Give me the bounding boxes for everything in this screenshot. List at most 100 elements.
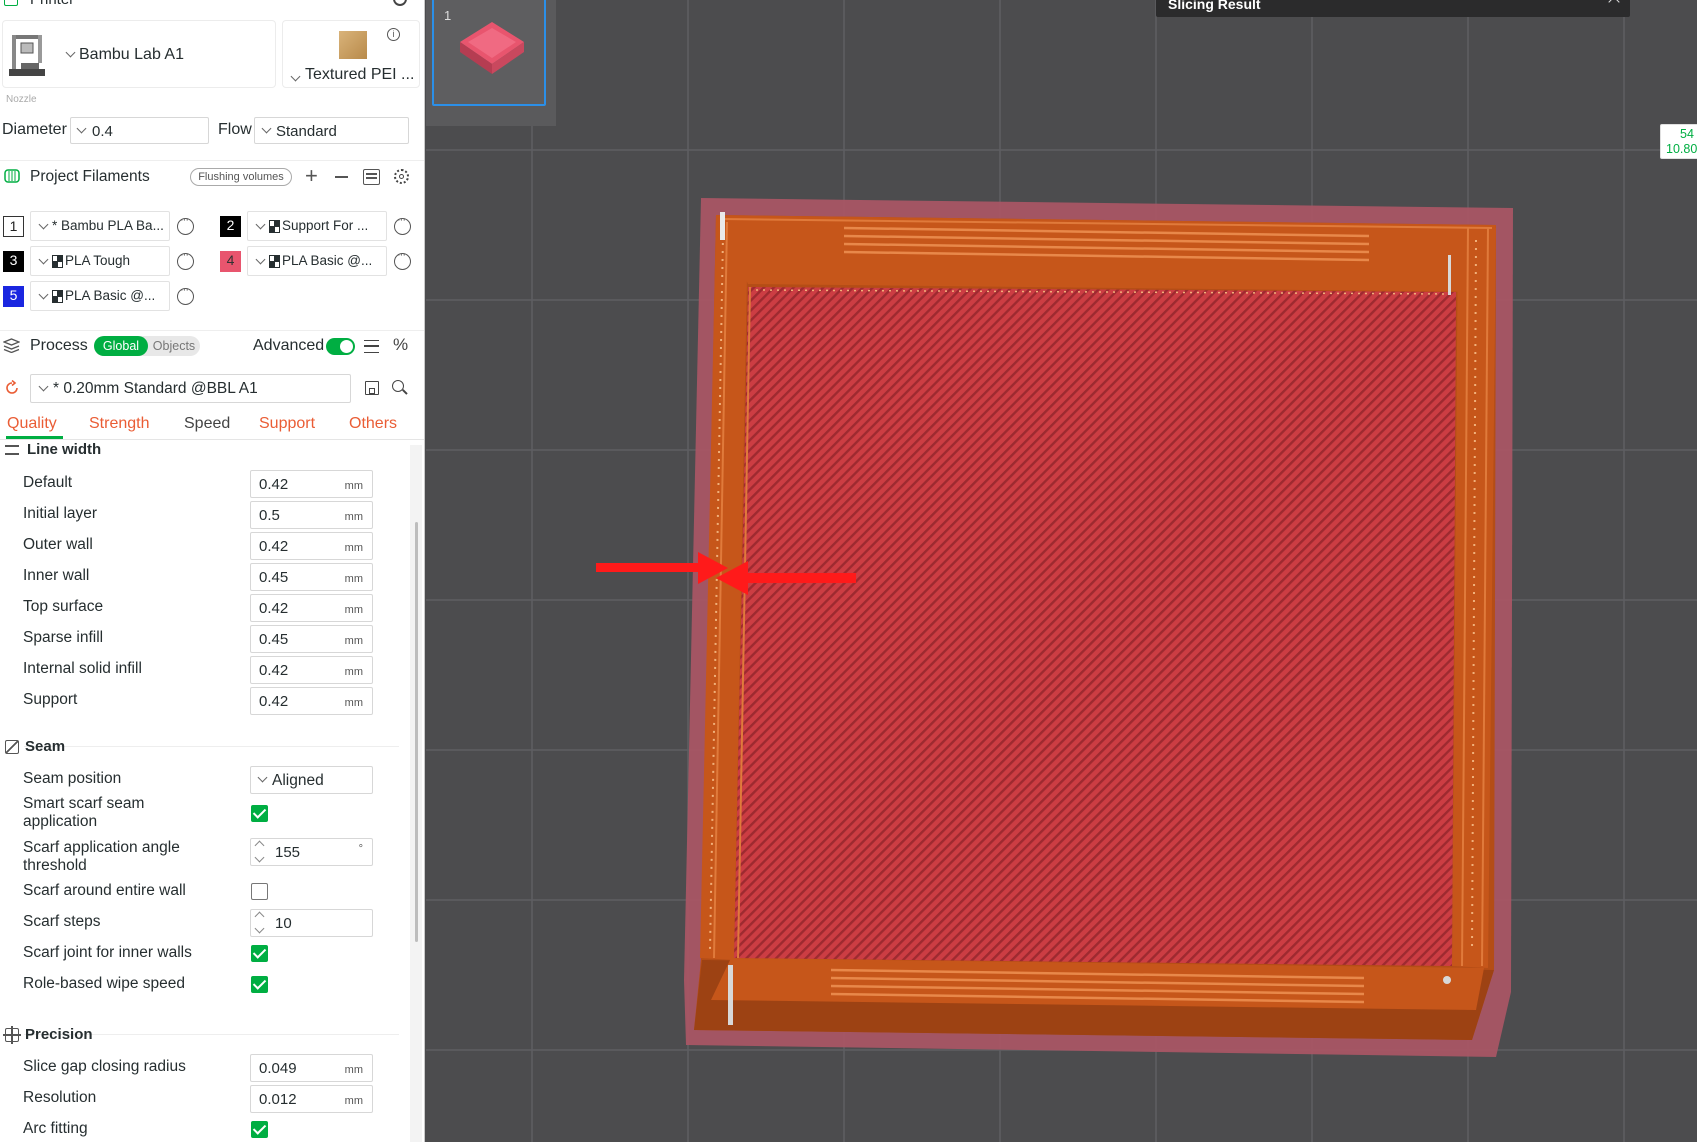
default-line-width-input[interactable]: 0.42 mm bbox=[250, 470, 373, 498]
filament-options-icon-1[interactable] bbox=[177, 214, 194, 235]
slicing-result-panel[interactable]: Slicing Result bbox=[1156, 0, 1630, 17]
internal-solid-infill-line-width-label: Internal solid infill bbox=[23, 660, 142, 677]
plate-info-icon[interactable]: i bbox=[387, 28, 400, 41]
line-width-title: Line width bbox=[27, 441, 102, 458]
sparse-infill-line-width-input[interactable]: 0.45 mm bbox=[250, 625, 373, 653]
plate-number: 1 bbox=[444, 8, 452, 23]
filaments-title: Project Filaments bbox=[30, 168, 150, 185]
plate-texture-icon bbox=[339, 31, 367, 59]
seam-position-dropdown[interactable]: Aligned bbox=[250, 766, 373, 794]
tab-support[interactable]: Support bbox=[259, 415, 315, 433]
tab-speed[interactable]: Speed bbox=[184, 415, 230, 433]
filament-dropdown-5[interactable]: PLA Basic @... bbox=[30, 281, 170, 311]
tab-quality[interactable]: Quality bbox=[7, 415, 57, 433]
filament-name-5: PLA Basic @... bbox=[65, 288, 156, 303]
arc-fitting-label: Arc fitting bbox=[23, 1120, 88, 1137]
preset-reset-icon[interactable] bbox=[4, 380, 20, 396]
precision-title: Precision bbox=[25, 1026, 93, 1043]
stepper-down bbox=[254, 852, 265, 863]
resolution-input[interactable]: 0.012 mm bbox=[250, 1085, 373, 1113]
filament-name-1: * Bambu PLA Ba... bbox=[52, 218, 164, 233]
inner-wall-line-width-input[interactable]: 0.45 mm bbox=[250, 563, 373, 591]
precision-icon bbox=[3, 1026, 21, 1044]
filament-number-3[interactable]: 3 bbox=[3, 251, 24, 272]
filament-number-1[interactable]: 1 bbox=[3, 216, 24, 237]
filament-sync-icon[interactable] bbox=[363, 169, 380, 185]
filament-number-5[interactable]: 5 bbox=[3, 286, 24, 307]
filament-number-2[interactable]: 2 bbox=[220, 216, 241, 237]
initial-layer-line-width-input[interactable]: 0.5 mm bbox=[250, 501, 373, 529]
toggle-objects[interactable]: Objects bbox=[149, 336, 199, 356]
printer-settings-gear-icon[interactable] bbox=[393, 0, 407, 6]
process-preset-name: * 0.20mm Standard @BBL A1 bbox=[53, 380, 258, 397]
support-line-width-input[interactable]: 0.42 mm bbox=[250, 687, 373, 715]
plate-type-card[interactable]: i Textured PEI ... bbox=[282, 20, 420, 88]
add-filament-icon[interactable]: + bbox=[305, 163, 318, 189]
plate-thumbnail[interactable]: 1 bbox=[432, 0, 546, 106]
seam-title: Seam bbox=[25, 738, 66, 755]
stepper-down bbox=[254, 923, 265, 934]
list-view-icon[interactable] bbox=[364, 340, 379, 353]
printer-thumbnail-icon bbox=[9, 35, 45, 76]
filament-settings-gear-icon[interactable] bbox=[394, 169, 409, 184]
scarf-steps-input[interactable]: 10 bbox=[250, 909, 373, 937]
tab-others[interactable]: Others bbox=[349, 415, 397, 433]
arc-fitting-checkbox[interactable] bbox=[251, 1121, 268, 1138]
collapse-chevron-icon[interactable] bbox=[1608, 0, 1620, 8]
viewport-canvas[interactable] bbox=[426, 0, 1697, 1142]
filament-dropdown-2[interactable]: Support For ... bbox=[247, 211, 387, 241]
process-layers-icon bbox=[3, 338, 20, 353]
nozzle-label: Nozzle bbox=[6, 94, 37, 105]
smart-scarf-checkbox[interactable] bbox=[251, 805, 268, 822]
flushing-volumes-button[interactable]: Flushing volumes bbox=[190, 168, 292, 186]
flow-dropdown[interactable]: Standard bbox=[254, 117, 409, 144]
seam-position-label: Seam position bbox=[23, 770, 122, 787]
model-infill-area bbox=[734, 287, 1456, 966]
compare-presets-icon[interactable]: % bbox=[393, 335, 408, 355]
advanced-switch[interactable] bbox=[326, 338, 355, 355]
layer-slider-readout[interactable]: 54 10.80 bbox=[1660, 124, 1697, 159]
filament-options-icon-5[interactable] bbox=[177, 284, 194, 305]
scarf-inner-walls-checkbox[interactable] bbox=[251, 945, 268, 962]
slice-gap-label: Slice gap closing radius bbox=[23, 1058, 186, 1075]
save-preset-icon[interactable] bbox=[365, 381, 379, 395]
printer-card[interactable]: Bambu Lab A1 bbox=[2, 20, 276, 88]
tabs-divider bbox=[0, 439, 424, 440]
slicing-result-title: Slicing Result bbox=[1168, 0, 1261, 12]
tab-strength[interactable]: Strength bbox=[89, 415, 149, 433]
layer-number: 54 bbox=[1680, 127, 1694, 141]
global-objects-toggle[interactable]: Global Objects bbox=[94, 336, 200, 356]
settings-scrollbar-thumb[interactable] bbox=[415, 522, 418, 942]
diameter-value: 0.4 bbox=[92, 123, 113, 140]
layer-height: 10.80 bbox=[1666, 142, 1697, 156]
scarf-angle-input[interactable]: 155 ° bbox=[250, 838, 373, 866]
section-divider-seam bbox=[24, 746, 399, 747]
scarf-entire-wall-checkbox[interactable] bbox=[251, 883, 268, 900]
scarf-angle-stepper-icon[interactable] bbox=[254, 840, 265, 851]
toggle-global[interactable]: Global bbox=[94, 336, 148, 356]
outer-wall-line-width-input[interactable]: 0.42 mm bbox=[250, 532, 373, 560]
slice-gap-input[interactable]: 0.049 mm bbox=[250, 1054, 373, 1082]
internal-solid-infill-line-width-input[interactable]: 0.42 mm bbox=[250, 656, 373, 684]
top-surface-line-width-label: Top surface bbox=[23, 598, 104, 615]
filament-dropdown-4[interactable]: PLA Basic @... bbox=[247, 246, 387, 276]
scarf-entire-wall-label: Scarf around entire wall bbox=[23, 882, 186, 899]
role-wipe-speed-checkbox[interactable] bbox=[251, 976, 268, 993]
filament-dropdown-3[interactable]: PLA Tough bbox=[30, 246, 170, 276]
remove-filament-icon[interactable] bbox=[335, 176, 348, 178]
filament-number-4[interactable]: 4 bbox=[220, 251, 241, 272]
scarf-steps-stepper-icon[interactable] bbox=[254, 911, 265, 922]
top-surface-line-width-input[interactable]: 0.42 mm bbox=[250, 594, 373, 622]
seam-icon bbox=[5, 740, 19, 754]
filament-options-icon-4[interactable] bbox=[394, 249, 411, 270]
3d-viewport[interactable]: 1 Slicing Result 54 10.80 bbox=[426, 0, 1697, 1142]
filament-options-icon-2[interactable] bbox=[394, 214, 411, 235]
outer-wall-line-width-label: Outer wall bbox=[23, 536, 93, 553]
resolution-label: Resolution bbox=[23, 1089, 97, 1106]
initial-layer-line-width-label: Initial layer bbox=[23, 505, 98, 522]
filament-options-icon-3[interactable] bbox=[177, 249, 194, 270]
process-preset-dropdown[interactable]: * 0.20mm Standard @BBL A1 bbox=[30, 374, 351, 403]
diameter-dropdown[interactable]: 0.4 bbox=[70, 117, 209, 144]
filament-dropdown-1[interactable]: * Bambu PLA Ba... bbox=[30, 211, 170, 241]
advanced-label: Advanced bbox=[253, 337, 325, 354]
